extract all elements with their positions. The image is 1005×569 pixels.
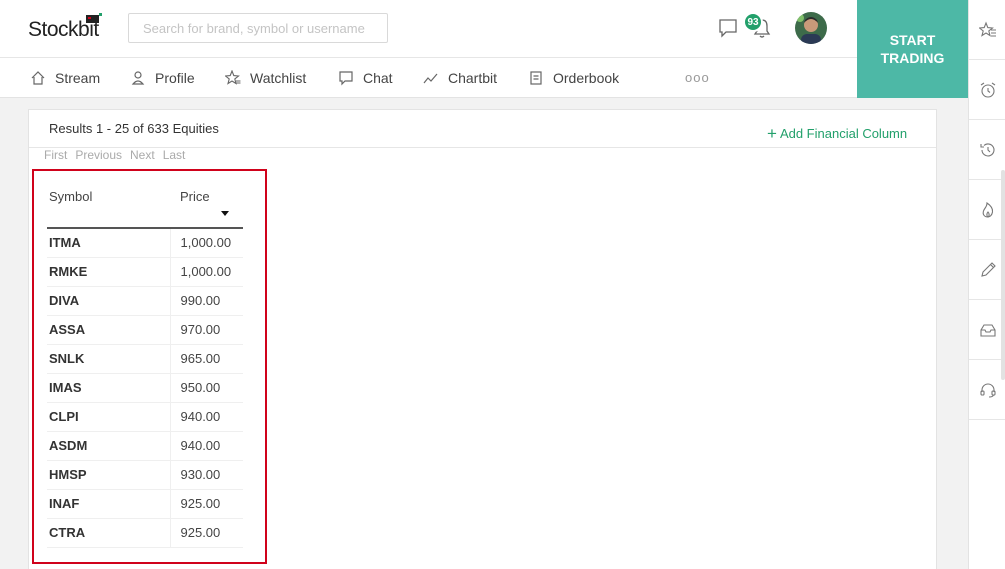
main-nav: Stream Profile Watchlist Chat Chartbit O… bbox=[0, 58, 857, 98]
inbox-icon bbox=[979, 323, 996, 337]
alarm-icon bbox=[980, 82, 995, 98]
nav-stream-label: Stream bbox=[55, 70, 101, 86]
column-header-price[interactable]: Price bbox=[170, 180, 243, 229]
fire-icon bbox=[982, 201, 993, 218]
column-header-price-label: Price bbox=[180, 189, 210, 204]
avatar-image bbox=[795, 12, 827, 44]
headset-icon bbox=[979, 382, 996, 398]
price-cell: 990.00 bbox=[169, 286, 243, 316]
watchlist-star-icon bbox=[225, 70, 241, 85]
nav-orderbook[interactable]: Orderbook bbox=[528, 58, 619, 98]
right-sidebar bbox=[968, 0, 1005, 569]
sort-desc-icon[interactable] bbox=[221, 211, 229, 216]
home-icon bbox=[31, 71, 45, 85]
nav-stream[interactable]: Stream bbox=[30, 58, 100, 98]
nav-chartbit-label: Chartbit bbox=[448, 70, 498, 86]
nav-watchlist-label: Watchlist bbox=[250, 70, 307, 86]
nav-profile-label: Profile bbox=[155, 70, 195, 86]
table-row[interactable]: ASSA 970.00 bbox=[47, 315, 243, 345]
symbol-cell[interactable]: ASDM bbox=[47, 431, 170, 461]
price-cell: 1,000.00 bbox=[169, 228, 243, 258]
price-cell: 925.00 bbox=[169, 489, 243, 519]
nav-orderbook-label: Orderbook bbox=[553, 70, 620, 86]
nav-chat[interactable]: Chat bbox=[338, 58, 393, 98]
sidebar-scrollbar[interactable] bbox=[1001, 170, 1005, 380]
start-trading-line1: START bbox=[889, 32, 936, 48]
symbol-cell[interactable]: ASSA bbox=[47, 315, 170, 345]
pager-first[interactable]: First bbox=[44, 148, 67, 162]
start-trading-button[interactable]: START TRADING bbox=[857, 0, 968, 98]
symbol-cell[interactable]: ITMA bbox=[47, 228, 170, 258]
nav-chat-label: Chat bbox=[363, 70, 393, 86]
search-input[interactable] bbox=[128, 13, 388, 43]
sidebar-support[interactable] bbox=[969, 360, 1005, 420]
orderbook-icon bbox=[530, 71, 542, 85]
chat-icon[interactable] bbox=[717, 17, 739, 39]
start-trading-line2: TRADING bbox=[880, 50, 945, 66]
avatar[interactable] bbox=[795, 12, 827, 44]
table-row[interactable]: SNLK 965.00 bbox=[47, 344, 243, 374]
price-cell: 940.00 bbox=[169, 431, 243, 461]
screener-table: Symbol Price ITMA 1,000.00 RMKE 1,000.00 DIV… bbox=[47, 180, 243, 548]
logo-mark-icon bbox=[86, 13, 102, 23]
sidebar-history[interactable] bbox=[969, 120, 1005, 180]
table-row[interactable]: RMKE 1,000.00 bbox=[47, 257, 243, 287]
price-cell: 965.00 bbox=[169, 344, 243, 374]
add-financial-column-label: Add Financial Column bbox=[779, 126, 908, 141]
pagination: First Previous Next Last bbox=[44, 148, 185, 162]
symbol-cell[interactable]: DIVA bbox=[47, 286, 170, 316]
nav-profile[interactable]: Profile bbox=[130, 58, 195, 98]
table-row[interactable]: ITMA 1,000.00 bbox=[47, 228, 243, 258]
sidebar-inbox[interactable] bbox=[969, 300, 1005, 360]
price-cell: 940.00 bbox=[169, 402, 243, 432]
symbol-cell[interactable]: RMKE bbox=[47, 257, 170, 287]
history-icon bbox=[979, 142, 995, 156]
plus-icon: + bbox=[767, 124, 777, 143]
results-count: Results 1 - 25 of 633 Equities bbox=[49, 121, 219, 136]
nav-watchlist[interactable]: Watchlist bbox=[225, 58, 306, 98]
sidebar-pencil[interactable] bbox=[969, 240, 1005, 300]
notification-badge[interactable]: 93 bbox=[743, 12, 763, 32]
symbol-cell[interactable]: CLPI bbox=[47, 402, 170, 432]
pager-previous[interactable]: Previous bbox=[75, 148, 122, 162]
table-row[interactable]: CTRA 925.00 bbox=[47, 518, 243, 548]
symbol-cell[interactable]: CTRA bbox=[47, 518, 170, 548]
nav-more-button[interactable]: ooo bbox=[685, 70, 710, 85]
table-row[interactable]: HMSP 930.00 bbox=[47, 460, 243, 490]
sidebar-alarm[interactable] bbox=[969, 60, 1005, 120]
sidebar-trending[interactable] bbox=[969, 180, 1005, 240]
chat-icon bbox=[339, 71, 353, 86]
table-row[interactable]: IMAS 950.00 bbox=[47, 373, 243, 403]
user-icon bbox=[131, 71, 145, 85]
price-cell: 970.00 bbox=[169, 315, 243, 345]
top-bar: Stockbit 93 bbox=[0, 0, 968, 58]
table-row[interactable]: ASDM 940.00 bbox=[47, 431, 243, 461]
symbol-cell[interactable]: INAF bbox=[47, 489, 170, 519]
table-row[interactable]: CLPI 940.00 bbox=[47, 402, 243, 432]
nav-chartbit[interactable]: Chartbit bbox=[423, 58, 497, 98]
table-row[interactable]: DIVA 990.00 bbox=[47, 286, 243, 316]
pager-next[interactable]: Next bbox=[130, 148, 155, 162]
add-financial-column-button[interactable]: + Add Financial Column bbox=[767, 124, 908, 143]
price-cell: 1,000.00 bbox=[169, 257, 243, 287]
symbol-cell[interactable]: HMSP bbox=[47, 460, 170, 490]
price-cell: 925.00 bbox=[169, 518, 243, 548]
chart-icon bbox=[423, 73, 438, 84]
column-header-symbol[interactable]: Symbol bbox=[47, 180, 170, 229]
table-row[interactable]: INAF 925.00 bbox=[47, 489, 243, 519]
pencil-icon bbox=[980, 261, 996, 277]
sidebar-watchlist[interactable] bbox=[969, 0, 1005, 60]
watchlist-star-icon bbox=[978, 20, 996, 37]
symbol-cell[interactable]: IMAS bbox=[47, 373, 170, 403]
table-header: Symbol Price bbox=[47, 180, 243, 229]
price-cell: 950.00 bbox=[169, 373, 243, 403]
pager-last[interactable]: Last bbox=[163, 148, 186, 162]
symbol-cell[interactable]: SNLK bbox=[47, 344, 170, 374]
price-cell: 930.00 bbox=[169, 460, 243, 490]
